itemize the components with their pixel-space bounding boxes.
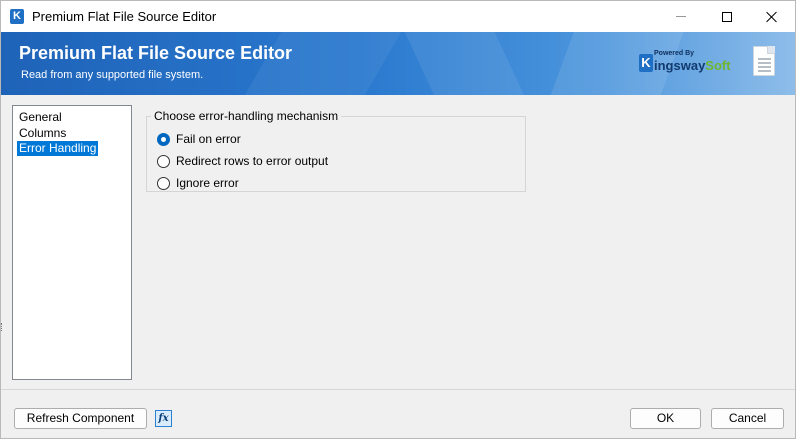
error-handling-legend: Choose error-handling mechanism bbox=[151, 109, 342, 123]
banner-title: Premium Flat File Source Editor bbox=[19, 43, 293, 63]
expression-fx-icon[interactable]: fx bbox=[155, 410, 172, 427]
cancel-button[interactable]: Cancel bbox=[711, 408, 784, 429]
redirect-rows-radio[interactable] bbox=[157, 154, 170, 168]
close-button[interactable] bbox=[749, 1, 795, 32]
footer-separator bbox=[1, 389, 795, 390]
nav-item-error-handling[interactable]: Error Handling bbox=[17, 141, 99, 156]
refresh-component-button[interactable]: Refresh Component bbox=[14, 408, 147, 429]
brand-name: ingswaySoft bbox=[654, 58, 731, 73]
kingswaysoft-logo: Powered By K ingswaySoft bbox=[637, 50, 731, 80]
kingswaysoft-app-icon: K bbox=[10, 9, 24, 24]
minimize-button[interactable] bbox=[658, 1, 704, 32]
ignore-error-option[interactable]: Ignore error bbox=[157, 175, 239, 191]
resize-grip[interactable] bbox=[1, 323, 3, 331]
ignore-error-label[interactable]: Ignore error bbox=[176, 176, 239, 190]
powered-by-label: Powered By bbox=[654, 50, 695, 57]
brand-name-kingsway: ingsway bbox=[654, 58, 706, 73]
brand-name-soft: Soft bbox=[705, 58, 731, 73]
ignore-error-radio[interactable] bbox=[157, 176, 170, 190]
banner-subtitle: Read from any supported file system. bbox=[21, 69, 204, 81]
minimize-icon bbox=[676, 16, 686, 17]
window-title: Premium Flat File Source Editor bbox=[32, 9, 217, 24]
page-navigation-list: General Columns Error Handling bbox=[12, 105, 132, 380]
nav-item-columns[interactable]: Columns bbox=[17, 126, 68, 141]
nav-item-general[interactable]: General bbox=[17, 110, 64, 125]
flat-file-icon bbox=[753, 46, 775, 76]
editor-window: K Premium Flat File Source Editor Premiu… bbox=[0, 0, 796, 439]
header-banner: Premium Flat File Source Editor Read fro… bbox=[1, 32, 795, 95]
title-bar: K Premium Flat File Source Editor bbox=[1, 1, 795, 32]
redirect-rows-option[interactable]: Redirect rows to error output bbox=[157, 153, 328, 169]
fail-on-error-radio[interactable] bbox=[157, 132, 170, 146]
ok-button[interactable]: OK bbox=[630, 408, 701, 429]
redirect-rows-label[interactable]: Redirect rows to error output bbox=[176, 154, 328, 168]
fail-on-error-option[interactable]: Fail on error bbox=[157, 131, 241, 147]
fail-on-error-label[interactable]: Fail on error bbox=[176, 132, 241, 146]
maximize-button[interactable] bbox=[704, 1, 750, 32]
close-icon bbox=[766, 11, 778, 23]
maximize-icon bbox=[722, 11, 732, 22]
brand-k-icon: K bbox=[639, 54, 653, 72]
